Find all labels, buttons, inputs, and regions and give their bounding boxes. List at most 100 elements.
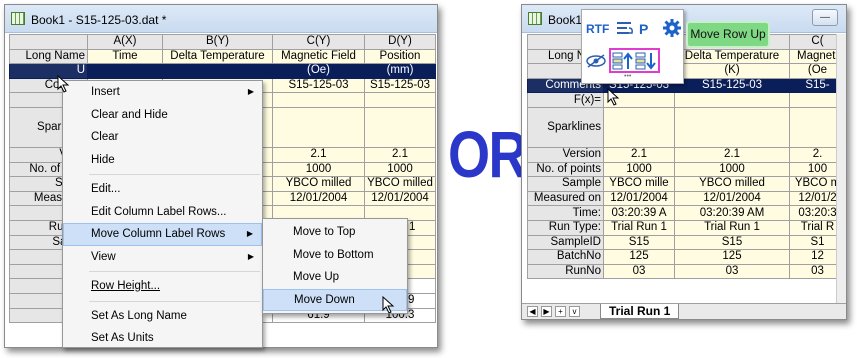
table-row: BatchNo 125 125 12 — [527, 249, 846, 265]
table-cell[interactable]: (K) — [674, 63, 790, 79]
submenu-arrow-icon: ▶ — [247, 251, 254, 261]
table-cell[interactable]: 03 — [603, 263, 675, 280]
row-header[interactable]: Measured on — [527, 190, 604, 207]
table-cell[interactable] — [674, 106, 790, 148]
table-cell[interactable]: YBCO mille — [603, 176, 675, 192]
table-cell[interactable]: 03 — [674, 263, 790, 280]
menu-item[interactable]: Hide — [63, 149, 262, 172]
table-cell[interactable]: 2.1 — [674, 146, 790, 163]
move-row-down-icon[interactable] — [635, 51, 657, 71]
column-header-row: A(X) B(Y) C(Y) D(Y) — [9, 34, 436, 50]
table-cell[interactable]: 03:20:39 AM — [674, 205, 790, 221]
row-header[interactable]: F(x)= — [527, 92, 604, 108]
column-header[interactable]: A(X) — [87, 34, 163, 50]
table-cell[interactable]: S15 — [674, 234, 790, 251]
column-header[interactable]: B(Y) — [162, 34, 273, 50]
row-header[interactable]: Sparklines — [527, 106, 604, 148]
table-cell[interactable]: Position — [364, 48, 436, 65]
add-sheet-button[interactable]: + — [555, 306, 566, 317]
table-cell[interactable]: Trial Run 1 — [603, 219, 675, 236]
first-sheet-button[interactable]: ◀ — [527, 306, 538, 317]
submenu-item[interactable]: Move to Bottom — [263, 244, 407, 267]
table-cell[interactable]: 2.1 — [603, 146, 675, 163]
table-cell[interactable]: 12/01/2004 — [364, 190, 436, 207]
move-row-up-icon[interactable] — [612, 51, 634, 71]
table-cell[interactable]: 12/01/2004 — [603, 190, 675, 207]
submenu-item[interactable]: Move to Top — [263, 221, 407, 244]
minimize-button[interactable]: — — [812, 9, 838, 26]
gear-icon[interactable] — [662, 18, 682, 38]
table-cell[interactable]: Trial Run 1 — [674, 219, 790, 236]
row-header[interactable]: SampleID — [527, 234, 604, 251]
column-header[interactable] — [9, 34, 88, 50]
row-header[interactable]: Run Type: — [527, 219, 604, 236]
menu-item[interactable]: Edit... — [63, 178, 262, 201]
row-header[interactable]: No. of points — [527, 161, 604, 178]
table-row: Long Name Time Delta Temperature Magnetic F… — [9, 48, 436, 65]
row-header[interactable]: Time: — [527, 205, 604, 221]
menu-item[interactable]: Set As Units — [63, 327, 262, 350]
table-cell[interactable]: 12/01/2004 — [272, 190, 365, 207]
menu-item[interactable]: Edit Column Label Rows... — [63, 201, 262, 224]
table-cell[interactable]: 03:20:39 A — [603, 205, 675, 221]
table-cell[interactable]: 1000 — [674, 161, 790, 178]
menu-item[interactable]: View ▶ — [63, 246, 262, 269]
menu-item[interactable]: Set As Long Name — [63, 305, 262, 328]
table-cell[interactable] — [87, 63, 163, 79]
table-cell[interactable] — [674, 92, 790, 108]
table-cell[interactable]: YBCO milled — [674, 176, 790, 192]
eye-icon[interactable] — [586, 54, 606, 68]
table-cell[interactable]: S15 — [603, 234, 675, 251]
row-header[interactable]: Sample — [527, 176, 604, 192]
table-cell[interactable]: Magnetic Field — [272, 48, 365, 65]
table-cell[interactable]: YBCO milled — [272, 176, 365, 192]
rtf-button[interactable]: RTF — [586, 22, 609, 36]
column-header[interactable]: C(Y) — [272, 34, 365, 50]
menu-item[interactable]: Clear and Hide — [63, 104, 262, 127]
table-cell[interactable]: Time — [87, 48, 163, 65]
next-sheet-button[interactable]: ▶ — [541, 306, 552, 317]
table-cell[interactable]: (mm) — [364, 63, 436, 79]
wrap-text-icon[interactable] — [615, 19, 635, 39]
column-header[interactable]: D(Y) — [364, 34, 436, 50]
table-cell[interactable] — [272, 106, 365, 148]
table-cell[interactable] — [364, 92, 436, 108]
row-header[interactable]: RunNo — [527, 263, 604, 280]
table-cell[interactable] — [272, 92, 365, 108]
table-cell[interactable]: S15-125-03 — [364, 77, 436, 94]
table-cell[interactable]: 2.1 — [272, 146, 365, 163]
tab-trial-run-1[interactable]: Trial Run 1 — [600, 304, 680, 319]
table-cell[interactable]: 1000 — [364, 161, 436, 178]
menu-item[interactable]: Move Column Label Rows ▶ — [63, 223, 262, 246]
table-cell[interactable]: YBCO milled — [364, 176, 436, 192]
table-cell[interactable]: S15-125-03 — [272, 77, 365, 94]
table-cell[interactable]: 2.1 — [364, 146, 436, 163]
table-cell[interactable]: 125 — [674, 249, 790, 265]
table-cell[interactable]: 12/01/2004 — [674, 190, 790, 207]
table-cell[interactable]: S15-125-03 — [674, 77, 790, 94]
row-header[interactable]: Long Name — [9, 48, 88, 65]
menu-item[interactable]: Insert ▶ — [63, 81, 262, 104]
table-cell[interactable] — [364, 106, 436, 148]
worksheet-grid: C(Long NamDelta TemperatureMagnetiU(K)(O… — [527, 34, 846, 280]
sheet-list-button[interactable]: v — [569, 306, 580, 317]
table-cell[interactable]: Delta Temperature — [674, 48, 790, 65]
menu-item[interactable]: Clear — [63, 126, 262, 149]
table-row: Sparklines — [527, 106, 846, 148]
table-cell[interactable]: (Oe) — [272, 63, 365, 79]
table-cell[interactable]: 1000 — [603, 161, 675, 178]
more-options[interactable]: ••• — [624, 73, 631, 80]
menu-item[interactable]: Row Height... — [63, 275, 262, 298]
prefix-button[interactable]: P — [639, 21, 648, 37]
row-header[interactable]: Version — [527, 146, 604, 163]
submenu-item[interactable]: Move Up — [263, 266, 407, 289]
table-cell[interactable]: 1000 — [272, 161, 365, 178]
row-header[interactable]: U — [9, 63, 88, 79]
table-cell[interactable]: 125 — [603, 249, 675, 265]
row-header[interactable]: BatchNo — [527, 249, 604, 265]
table-cell[interactable]: Delta Temperature — [162, 48, 273, 65]
table-row: U(K)(Oe — [527, 63, 846, 79]
table-cell[interactable] — [162, 63, 273, 79]
table-cell[interactable] — [603, 106, 675, 148]
vertical-scrollbar[interactable] — [836, 34, 846, 304]
